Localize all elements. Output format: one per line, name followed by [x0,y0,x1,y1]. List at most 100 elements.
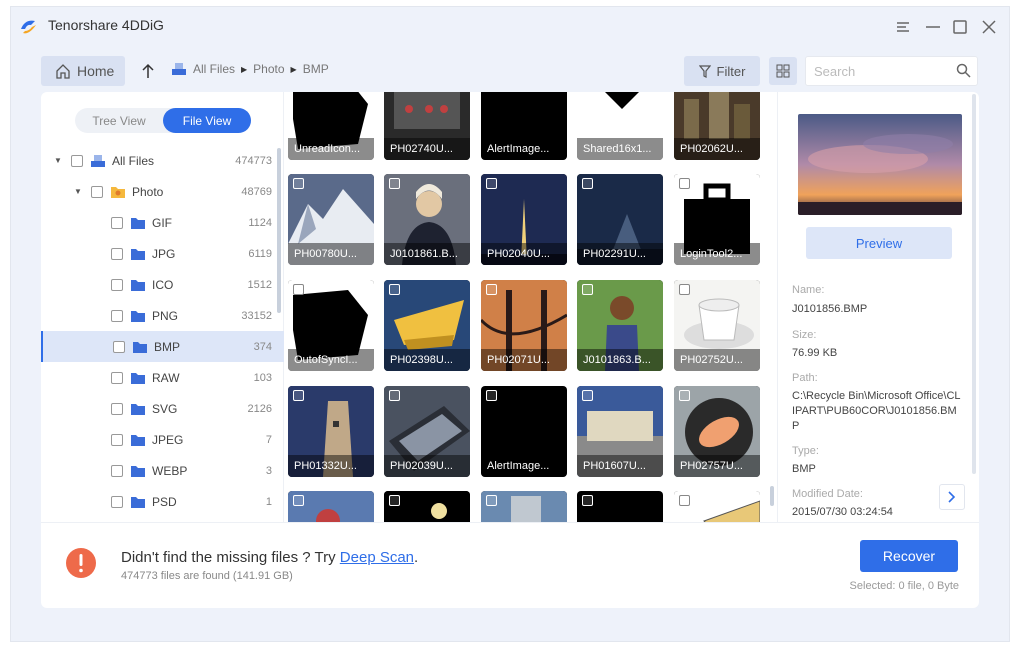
file-name: PH02291U... [577,243,663,265]
file-checkbox[interactable] [389,495,400,506]
search-input[interactable] [806,57,946,85]
file-thumbnail[interactable]: J0101863.B... [577,280,663,371]
menu-icon[interactable] [891,15,915,39]
preview-button[interactable]: Preview [806,227,952,259]
file-thumbnail[interactable]: PH02398U... [384,280,470,371]
file-thumbnail[interactable]: PH02291U... [577,174,663,265]
file-checkbox[interactable] [389,284,400,295]
file-checkbox[interactable] [582,495,593,506]
tree-checkbox[interactable] [111,371,123,384]
tree-item-ico[interactable]: ICO 1512 [41,269,284,300]
file-checkbox[interactable] [486,178,497,189]
file-checkbox[interactable] [582,178,593,189]
close-icon[interactable] [977,15,1001,39]
tree-item-gif[interactable]: GIF 1124 [41,207,284,238]
file-thumbnail[interactable]: PH02740U... [384,92,470,160]
file-checkbox[interactable] [679,284,690,295]
next-arrow-icon[interactable] [939,484,965,510]
filter-button[interactable]: Filter [684,56,760,86]
file-thumbnail[interactable]: PH01332U... [288,386,374,477]
file-thumbnail[interactable]: AlertImage... [481,386,567,477]
file-checkbox[interactable] [293,390,304,401]
file-checkbox[interactable] [679,390,690,401]
file-thumbnail[interactable]: PH02062U... [674,92,760,160]
tree-item-psd[interactable]: PSD 1 [41,486,284,517]
file-checkbox[interactable] [679,178,690,189]
tree-checkbox[interactable] [111,278,123,291]
file-thumbnail[interactable]: OutofSyncI... [288,280,374,371]
file-thumbnail[interactable]: J0101861.B... [384,174,470,265]
file-thumbnail[interactable]: UnreadIcon... [288,92,374,160]
file-checkbox[interactable] [293,284,304,295]
file-checkbox[interactable] [679,495,690,506]
file-view-tab[interactable]: File View [163,108,251,133]
details-scrollbar[interactable] [972,94,976,474]
file-checkbox[interactable] [582,390,593,401]
file-checkbox[interactable] [293,178,304,189]
file-thumbnail[interactable]: PH02071U... [481,280,567,371]
breadcrumb-photo[interactable]: Photo [253,62,284,76]
maximize-icon[interactable] [948,15,972,39]
tree-checkbox[interactable] [111,464,123,477]
tree-item-bmp[interactable]: BMP 374 [41,331,284,362]
recover-button[interactable]: Recover [860,540,958,572]
grid-scrollbar[interactable] [770,486,774,506]
tree-item-svg[interactable]: SVG 2126 [41,393,284,424]
tree-checkbox[interactable] [91,185,103,198]
file-checkbox[interactable] [486,390,497,401]
deep-scan-link[interactable]: Deep Scan [340,549,414,566]
file-thumbnail[interactable]: PH02039U... [384,386,470,477]
tree-checkbox[interactable] [111,433,123,446]
file-thumbnail[interactable]: Shared16x1... [577,92,663,160]
tree-item-all-files[interactable]: ▼ All Files 474773 [41,145,284,176]
file-checkbox[interactable] [486,284,497,295]
file-thumbnail[interactable]: PH00780U... [288,174,374,265]
up-arrow-icon[interactable] [137,59,159,83]
tree-item-webp[interactable]: WEBP 3 [41,455,284,486]
file-checkbox[interactable] [486,495,497,506]
tree-checkbox[interactable] [111,402,123,415]
file-thumbnail[interactable] [577,491,663,522]
file-checkbox[interactable] [582,284,593,295]
tree-checkbox[interactable] [111,309,123,322]
grid-view-icon[interactable] [769,57,797,85]
view-toggle: Tree View File View [75,108,251,133]
tree-checkbox[interactable] [113,340,125,353]
tree-checkbox[interactable] [71,154,83,167]
tree-item-raw[interactable]: RAW 103 [41,362,284,393]
file-name: PH02757U... [674,455,760,477]
tree-item-jpg[interactable]: JPG 6119 [41,238,284,269]
file-checkbox[interactable] [389,178,400,189]
file-thumbnail[interactable] [674,491,760,522]
file-name: J0101861.B... [384,243,470,265]
search-icon[interactable] [956,63,971,78]
expand-caret-icon[interactable]: ▼ [53,156,63,165]
file-thumbnail[interactable]: PH02752U... [674,280,760,371]
app-window: Tenorshare 4DDiG Home All Files ▶ Photo … [10,6,1010,642]
tree-checkbox[interactable] [111,247,123,260]
file-thumbnail[interactable]: AlertImage... [481,92,567,160]
tree-item-jpeg[interactable]: JPEG 7 [41,424,284,455]
breadcrumb-bmp[interactable]: BMP [303,62,329,76]
file-thumbnail[interactable] [288,491,374,522]
type-label: Type: [792,445,819,457]
tree-scrollbar[interactable] [277,148,281,313]
file-thumbnail[interactable]: PH01607U... [577,386,663,477]
file-thumbnail[interactable]: PH02040U... [481,174,567,265]
breadcrumb-all-files[interactable]: All Files [193,62,235,76]
tree-item-photo[interactable]: ▼ Photo 48769 [41,176,284,207]
tree-checkbox[interactable] [111,216,123,229]
expand-caret-icon[interactable]: ▼ [73,187,83,196]
file-thumbnail[interactable]: LoginTool2... [674,174,760,265]
tree-view-tab[interactable]: Tree View [75,108,163,133]
minimize-icon[interactable] [921,15,945,39]
home-button[interactable]: Home [41,56,125,86]
file-thumbnail[interactable] [481,491,567,522]
tree-item-png[interactable]: PNG 33152 [41,300,284,331]
tree-checkbox[interactable] [111,495,123,508]
file-checkbox[interactable] [293,495,304,506]
file-thumbnail[interactable] [384,491,470,522]
file-checkbox[interactable] [389,390,400,401]
file-thumbnail[interactable]: PH02757U... [674,386,760,477]
folder-icon [131,217,145,229]
